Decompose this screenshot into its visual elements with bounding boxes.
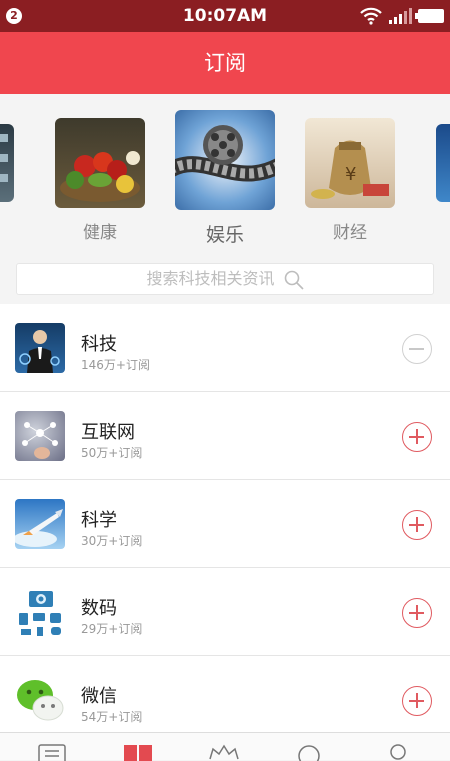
bottom-tab-bar — [0, 732, 450, 761]
category-label: 娱乐 — [205, 224, 244, 246]
list-item-tech[interactable]: 科技 146万+订阅 — [0, 304, 450, 392]
science-rocket-icon — [15, 499, 65, 549]
subscribe-button[interactable] — [402, 686, 432, 716]
channel-name: 互联网 — [81, 422, 135, 443]
list-item-digital[interactable]: 数码 29万+订阅 — [0, 568, 450, 656]
discover-circle-icon[interactable] — [296, 743, 322, 761]
digital-devices-icon — [15, 587, 65, 637]
channel-name: 科学 — [81, 510, 117, 531]
list-item-internet[interactable]: 互联网 50万+订阅 — [0, 392, 450, 480]
category-label: 财经 — [333, 223, 367, 243]
vegetables-photo-icon — [55, 118, 145, 208]
status-bar: 2 10:07AM — [0, 0, 450, 32]
subscribe-book-icon[interactable] — [122, 743, 154, 761]
wifi-icon — [360, 7, 382, 25]
channel-name: 数码 — [81, 598, 117, 619]
crown-icon[interactable] — [207, 743, 241, 761]
money-bag-photo-icon: ¥ — [305, 118, 395, 208]
subscribe-button[interactable] — [402, 510, 432, 540]
subscriber-count: 54万+订阅 — [81, 710, 143, 724]
partial-thumbnail-right-icon — [436, 124, 450, 202]
subscriber-count: 30万+订阅 — [81, 534, 143, 548]
tech-businessman-icon — [15, 323, 65, 373]
subscription-list: 科技 146万+订阅 互联网 50万+订阅 科学 30万+订阅 数码 29万+订… — [0, 304, 450, 732]
unsubscribe-button[interactable] — [402, 334, 432, 364]
page-title: 订阅 — [0, 32, 450, 94]
list-item-science[interactable]: 科学 30万+订阅 — [0, 480, 450, 568]
internet-network-icon — [15, 411, 65, 461]
channel-name: 微信 — [81, 686, 117, 707]
list-item-wechat[interactable]: 微信 54万+订阅 — [0, 656, 450, 732]
news-list-icon[interactable] — [37, 743, 67, 761]
category-item-health[interactable]: 健康 — [55, 118, 145, 243]
subscriber-count: 29万+订阅 — [81, 622, 143, 636]
battery-icon — [415, 9, 444, 23]
svg-text:¥: ¥ — [345, 164, 356, 185]
partial-thumbnail-left-icon — [0, 124, 14, 202]
search-placeholder: 搜索科技相关资讯 — [146, 269, 275, 288]
category-label: 健康 — [83, 223, 117, 243]
film-reel-photo-icon — [175, 110, 275, 210]
subscribe-button[interactable] — [402, 598, 432, 628]
wechat-icon — [15, 675, 65, 725]
signal-icon — [389, 8, 412, 24]
search-icon — [284, 270, 304, 290]
subscriber-count: 50万+订阅 — [81, 446, 143, 460]
category-item-partial-left[interactable] — [0, 124, 14, 202]
clock: 10:07AM — [182, 6, 268, 26]
search-input[interactable]: 搜索科技相关资讯 — [16, 263, 434, 295]
category-carousel[interactable]: 健康 娱乐 ¥ 财经 — [0, 94, 450, 254]
category-item-partial-right[interactable] — [436, 124, 450, 202]
subscriber-count: 146万+订阅 — [81, 358, 150, 372]
channel-name: 科技 — [81, 334, 117, 355]
subscribe-button[interactable] — [402, 422, 432, 452]
category-item-entertainment[interactable]: 娱乐 — [175, 110, 275, 247]
category-item-finance[interactable]: ¥ 财经 — [305, 118, 395, 243]
profile-person-icon[interactable] — [385, 743, 411, 761]
